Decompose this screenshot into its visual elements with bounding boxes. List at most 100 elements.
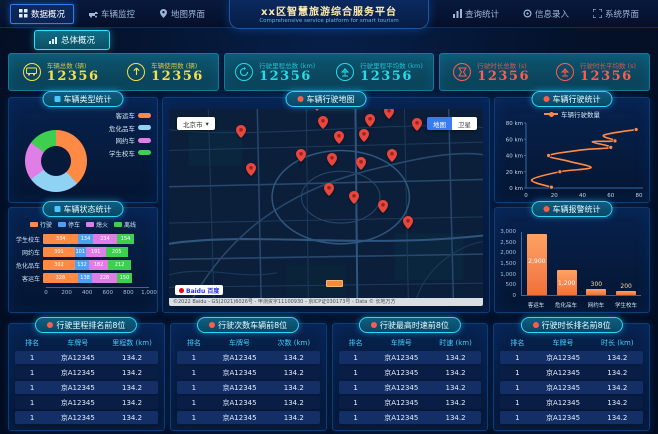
table-cell: 1	[515, 413, 520, 422]
map-pin[interactable]	[402, 214, 413, 233]
map-canvas[interactable]: 北京市 ▾ 地图 卫星 Baidu 百度 ©2022 Baidu - GS(202…	[169, 109, 483, 306]
category-label: 网约车	[21, 249, 40, 257]
table-cell: 1	[515, 368, 520, 377]
table-cell: 京A12345	[546, 383, 581, 392]
title-block: xx区智慧旅游综合服务平台 Comprehensive service plat…	[229, 0, 429, 29]
legend-item[interactable]: 危化品车	[109, 123, 151, 133]
panel-title-icon	[543, 96, 550, 102]
nav-item-query-stats[interactable]: 查询统计	[444, 4, 508, 24]
nav-item-info-entry[interactable]: 信息录入	[514, 4, 578, 24]
legend-label: 网约车	[115, 137, 136, 145]
legend-item[interactable]: 离线	[114, 220, 136, 229]
bar: 2,900	[526, 234, 547, 295]
donut-chart	[25, 130, 87, 192]
panel-title: 车辆类型统计	[42, 91, 124, 107]
kpi-label: 行驶里程平均数 (km)	[360, 61, 423, 70]
legend-item[interactable]: 停车	[57, 220, 80, 229]
table-cell: 134.2	[607, 368, 628, 377]
kpi-value: 12356	[477, 68, 531, 84]
column-header: 排名	[186, 339, 201, 347]
map-pin[interactable]	[349, 189, 360, 208]
legend-item[interactable]: 学生校车	[109, 148, 151, 158]
baidu-logo: Baidu 百度	[175, 285, 224, 295]
satellite-layer-button[interactable]: 卫星	[452, 117, 477, 130]
bar-row: 客运车 328 138 228 150	[13, 273, 149, 283]
table-cell: 京A12345	[384, 413, 419, 422]
nav-item-data-overview[interactable]: 数据概况	[10, 3, 75, 24]
map-pin[interactable]	[333, 129, 344, 148]
chevron-down-icon: ▾	[205, 119, 209, 128]
table-body: 1 京A12345 134.2 1 京A12345 134.2 1 京A12345 134.2 1…	[338, 351, 482, 424]
table-top-speed-ranking: 行驶最高时速前8位 排名 车牌号 时速 (km) 1 京A12345 134.2 1 京A1…	[331, 317, 489, 431]
map-pin[interactable]	[327, 151, 338, 170]
nav-item-vehicle-monitor[interactable]: 车辆监控	[80, 4, 144, 24]
map-pin[interactable]	[317, 114, 328, 133]
panel-vehicle-type: 车辆类型统计 客运车危化品车网约车学生校车	[8, 91, 158, 203]
arrow-up-icon	[127, 62, 146, 81]
table-cell: 134.2	[607, 383, 628, 392]
map-pin[interactable]	[364, 112, 375, 131]
legend-label: 客运车	[115, 112, 136, 120]
panel-title-text: 行驶里程排名前8位	[56, 320, 126, 330]
data-point	[633, 127, 639, 132]
kpi-value: 12356	[151, 68, 204, 84]
map-pin[interactable]	[324, 181, 335, 200]
table-cell: 京A12345	[222, 368, 257, 377]
map-pin[interactable]	[383, 109, 394, 123]
column-header: 车牌号	[552, 339, 574, 347]
legend-item[interactable]: 熄火	[86, 220, 108, 229]
legend-label: 停车	[67, 222, 80, 229]
legend-swatch	[57, 222, 66, 227]
map-pin[interactable]	[355, 155, 366, 174]
nav-right: 查询统计 信息录入 系统界面	[444, 4, 648, 24]
map-pin[interactable]	[245, 161, 256, 180]
bar-segment: 301	[43, 247, 75, 257]
map-pin[interactable]	[295, 147, 306, 166]
nav-item-map-view[interactable]: 地图界面	[150, 4, 214, 24]
legend-item[interactable]: 网约车	[115, 135, 151, 145]
legend-label: 学生校车	[109, 149, 135, 158]
bar-segment: 228	[92, 273, 117, 283]
table-cell: 1	[353, 398, 358, 407]
kpi-panel-mileage: 行驶里程总数 (km) 12356 行驶里程平均数 (km) 12356	[223, 53, 435, 91]
table-header: 排名 车牌号 时长 (km)	[500, 338, 643, 348]
axis-tick: 200	[61, 290, 72, 296]
balance-icon	[555, 62, 574, 81]
panel-title: 行驶最高时速前8位	[358, 317, 461, 333]
table-mileage-ranking: 行驶里程排名前8位 排名 车牌号 里程数 (km) 1 京A12345 134.2 1 京A…	[8, 317, 165, 431]
bar-value: 1,200	[558, 279, 576, 287]
baidu-logo-text: Baidu 百度	[186, 287, 220, 295]
line-series	[530, 128, 637, 188]
panel-title-icon	[209, 322, 216, 328]
map-pin[interactable]	[386, 147, 397, 166]
map-pin[interactable]	[236, 123, 247, 142]
panel-alarm-stats: 车辆报警统计 0 500 1,000 1,500 2,000 2,500 3,000 2,9…	[494, 201, 650, 313]
legend-item[interactable]: 客运车	[115, 110, 151, 120]
table-body: 1 京A12345 134.2 1 京A12345 134.2 1 京A12345 134.2 1…	[500, 351, 643, 424]
kpi-average-duration: 行驶时长平均数 (s) 12356	[555, 60, 636, 84]
city-select[interactable]: 北京市 ▾	[177, 117, 215, 130]
data-point	[546, 153, 551, 158]
bar-segment: 205	[105, 247, 128, 257]
map-pin[interactable]	[377, 198, 388, 217]
fullscreen-icon	[592, 9, 602, 18]
legend-swatch	[138, 150, 151, 155]
map-pin[interactable]	[412, 116, 423, 135]
tab-overview[interactable]: 总体概况	[34, 30, 111, 50]
bar-row: 学生校车 334 134 234 154	[13, 234, 149, 244]
bar-column: 200	[614, 232, 638, 295]
y-tick: 20 km	[506, 170, 523, 176]
right-column: 车辆行驶统计 车辆行驶数量 0 km 20 km 40 km 60 km 80 km 0 2…	[494, 91, 650, 313]
bar-segment: 154	[117, 234, 134, 244]
balance-icon	[336, 62, 355, 81]
table-cell: 京A12345	[546, 413, 581, 422]
legend-item[interactable]: 行驶	[29, 220, 52, 229]
table-cell: 134.2	[607, 398, 628, 407]
map-layer-button[interactable]: 地图	[427, 117, 452, 130]
bar-value: 328	[55, 275, 66, 281]
panel-title-icon	[47, 322, 54, 328]
y-tick: 60 km	[506, 137, 523, 143]
nav-item-system-screen[interactable]: 系统界面	[584, 4, 648, 24]
table-cell: 京A12345	[546, 368, 581, 377]
highlight-badge	[326, 280, 343, 288]
